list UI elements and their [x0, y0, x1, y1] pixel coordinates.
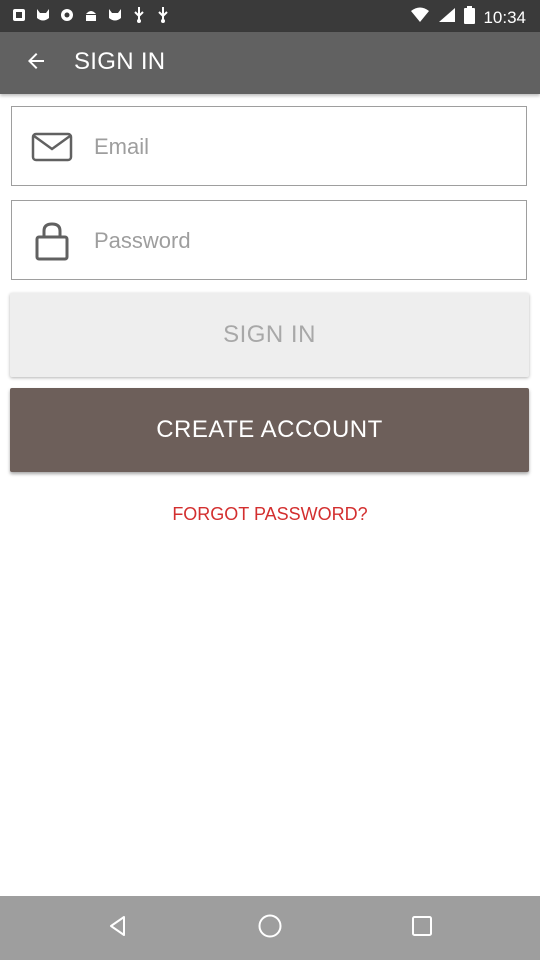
back-triangle-icon — [106, 914, 130, 943]
create-account-button-label: CREATE ACCOUNT — [156, 416, 383, 443]
lock-icon — [30, 219, 74, 263]
app-bar: SIGN IN — [0, 32, 540, 94]
sign-in-button[interactable]: SIGN IN — [10, 293, 529, 377]
settings-icon — [58, 6, 76, 24]
cat-icon — [106, 6, 124, 24]
wifi-icon — [410, 7, 430, 28]
nav-recents-button[interactable] — [402, 908, 442, 948]
page-title: SIGN IN — [74, 48, 166, 75]
forgot-password-link[interactable]: FORGOT PASSWORD? — [0, 504, 540, 525]
usb-icon — [130, 6, 148, 24]
home-circle-icon — [257, 913, 283, 944]
nav-back-button[interactable] — [98, 908, 138, 948]
status-notifications — [10, 6, 172, 24]
battery-icon — [464, 6, 476, 29]
email-field-container — [11, 106, 527, 186]
navigation-bar — [0, 896, 540, 960]
email-field[interactable] — [92, 123, 506, 171]
password-field-container — [11, 200, 527, 280]
sign-in-button-label: SIGN IN — [223, 321, 316, 348]
arrow-left-icon — [24, 49, 48, 78]
back-button[interactable] — [12, 39, 60, 87]
signal-icon — [438, 7, 456, 28]
recents-square-icon — [410, 914, 434, 943]
password-field[interactable] — [92, 217, 506, 265]
status-system: 10:34 — [410, 6, 526, 29]
usb-icon — [154, 6, 172, 24]
android-icon — [82, 6, 100, 24]
notification-icon — [10, 6, 28, 24]
envelope-icon — [30, 125, 74, 169]
status-time: 10:34 — [483, 7, 526, 27]
create-account-button[interactable]: CREATE ACCOUNT — [10, 388, 529, 472]
nav-home-button[interactable] — [250, 908, 290, 948]
cat-icon — [34, 6, 52, 24]
status-bar: 10:34 — [0, 0, 540, 32]
